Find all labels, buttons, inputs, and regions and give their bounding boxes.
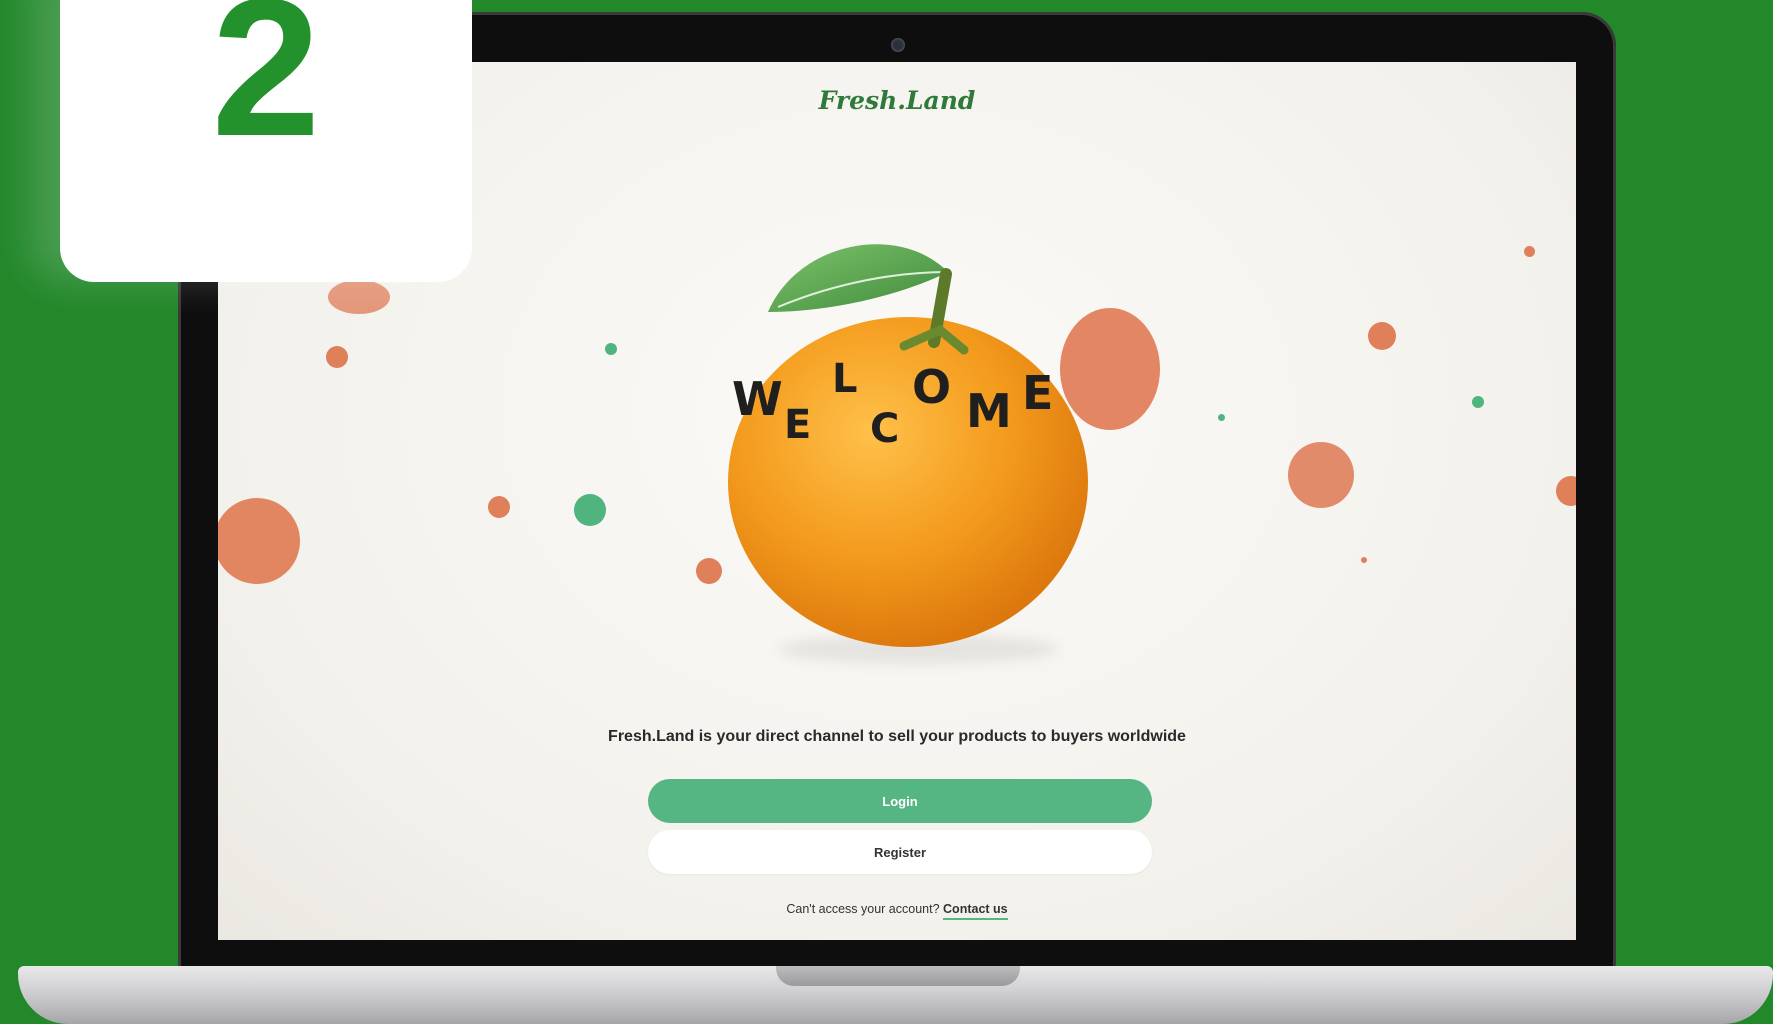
- welcome-letter: L: [832, 356, 858, 402]
- laptop-base-notch: [776, 966, 1020, 986]
- login-label: Login: [882, 793, 918, 809]
- register-label: Register: [873, 844, 927, 860]
- step-number: 2: [211, 0, 321, 177]
- decor-dot: [1288, 442, 1354, 508]
- welcome-letter: E: [784, 402, 812, 448]
- register-button[interactable]: Register: [648, 830, 1152, 874]
- welcome-letter: C: [870, 406, 900, 452]
- contact-us-link[interactable]: Contact us: [943, 902, 1008, 920]
- welcome-letter: E: [1022, 366, 1054, 420]
- decor-dot: [218, 498, 300, 584]
- decor-dot: [328, 280, 390, 314]
- decor-dot: [574, 494, 606, 526]
- step-badge: 2: [60, 0, 472, 282]
- decor-dot: [1524, 246, 1535, 257]
- welcome-letter: M: [966, 384, 1012, 438]
- decor-dot: [1556, 476, 1576, 506]
- webcam-icon: [891, 38, 905, 52]
- decor-dot: [326, 346, 348, 368]
- welcome-heading: W E L C O M E: [732, 356, 1112, 482]
- decor-dot: [1368, 322, 1396, 350]
- welcome-letter: O: [912, 360, 952, 414]
- decor-dot: [605, 343, 617, 355]
- tagline: Fresh.Land is your direct channel to sel…: [608, 728, 1186, 745]
- account-help: Can't access your account? Contact us: [218, 902, 1576, 920]
- help-text: Can't access your account?: [786, 902, 940, 916]
- decor-dot: [1361, 557, 1367, 563]
- decor-dot: [1472, 396, 1484, 408]
- decor-dot: [488, 496, 510, 518]
- welcome-letter: W: [732, 372, 783, 426]
- login-button[interactable]: Login: [648, 779, 1152, 823]
- decor-dot: [1218, 414, 1225, 421]
